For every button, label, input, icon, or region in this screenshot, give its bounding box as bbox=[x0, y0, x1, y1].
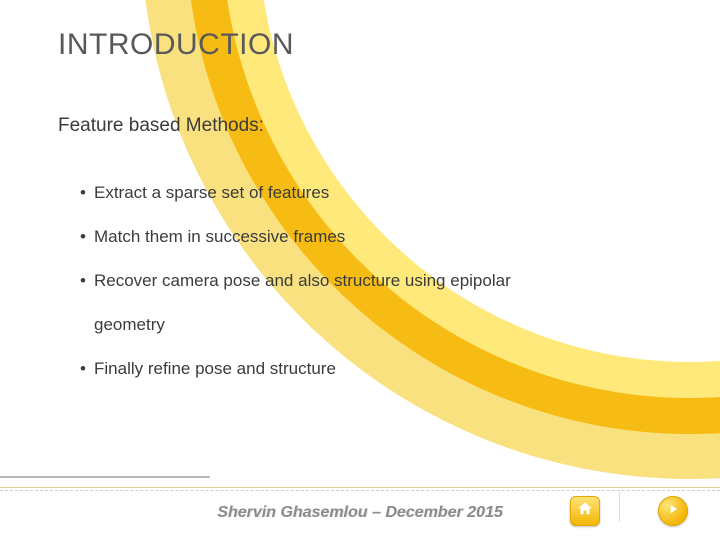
bullet-item: Match them in successive frames bbox=[80, 226, 660, 248]
footer-rule bbox=[0, 487, 720, 488]
bullet-continuation: geometry bbox=[94, 314, 660, 336]
footer-author: Shervin Ghasemlou – December 2015 bbox=[0, 504, 720, 522]
home-button[interactable] bbox=[570, 496, 600, 526]
footer-rule-short bbox=[0, 476, 210, 478]
footer-separator bbox=[619, 492, 620, 522]
bullet-text: Recover camera pose and also structure u… bbox=[94, 271, 511, 290]
bullet-item: Finally refine pose and structure bbox=[80, 358, 660, 380]
play-icon bbox=[666, 502, 680, 521]
footer-rule-secondary bbox=[0, 490, 720, 491]
bullet-item: Recover camera pose and also structure u… bbox=[80, 270, 660, 336]
slide-subtitle: Feature based Methods: bbox=[58, 115, 264, 137]
bullet-list: Extract a sparse set of features Match t… bbox=[80, 160, 660, 402]
slide-title: INTRODUCTION bbox=[58, 28, 294, 62]
slide: INTRODUCTION Feature based Methods: Extr… bbox=[0, 0, 720, 540]
next-button[interactable] bbox=[658, 496, 688, 526]
home-icon bbox=[576, 500, 594, 523]
bullet-item: Extract a sparse set of features bbox=[80, 182, 660, 204]
